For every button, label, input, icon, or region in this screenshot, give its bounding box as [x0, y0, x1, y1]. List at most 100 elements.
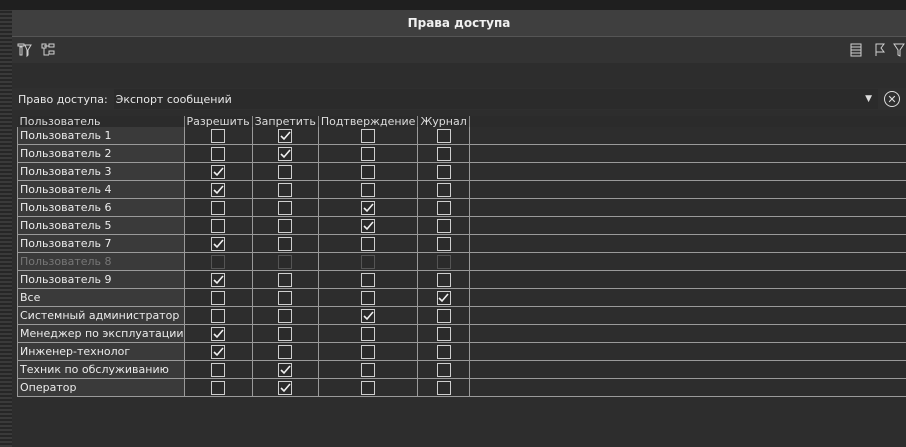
allow-checkbox[interactable]: [211, 362, 226, 377]
table-row[interactable]: Инженер-технолог: [17, 342, 906, 361]
access-rights-window: Права доступа Право доступа: Экспорт соо…: [0, 0, 906, 447]
table-row[interactable]: Системный администратор: [17, 306, 906, 325]
journal-checkbox[interactable]: [436, 308, 451, 323]
user-name-cell: Пользователь 3: [17, 162, 185, 181]
deny-checkbox[interactable]: [278, 218, 293, 233]
journal-checkbox[interactable]: [436, 344, 451, 359]
checkmark-icon: [363, 310, 374, 320]
deny-checkbox[interactable]: [278, 308, 293, 323]
journal-checkbox[interactable]: [436, 380, 451, 395]
journal-checkbox[interactable]: [436, 128, 451, 143]
allow-checkbox[interactable]: [211, 344, 226, 359]
confirm-checkbox[interactable]: [361, 362, 376, 377]
deny-checkbox[interactable]: [278, 146, 293, 161]
table-row[interactable]: Все: [17, 288, 906, 307]
allow-checkbox[interactable]: [211, 182, 226, 197]
allow-checkbox[interactable]: [211, 380, 226, 395]
journal-checkbox[interactable]: [436, 182, 451, 197]
confirm-checkbox[interactable]: [361, 236, 376, 251]
journal-checkbox[interactable]: [436, 218, 451, 233]
deny-cell: [251, 342, 319, 361]
deny-checkbox[interactable]: [278, 164, 293, 179]
confirm-checkbox[interactable]: [361, 200, 376, 215]
chevron-down-icon[interactable]: ▼: [865, 94, 872, 104]
column-header-confirm[interactable]: Подтверждение: [318, 116, 419, 127]
table-row[interactable]: Оператор: [17, 378, 906, 397]
table-row[interactable]: Пользователь 6: [17, 198, 906, 217]
flag-icon[interactable]: [868, 39, 892, 61]
clear-icon[interactable]: ✕: [884, 91, 900, 107]
table-row[interactable]: Пользователь 4: [17, 180, 906, 199]
deny-checkbox[interactable]: [278, 326, 293, 341]
deny-checkbox[interactable]: [278, 362, 293, 377]
allow-checkbox[interactable]: [211, 236, 226, 251]
allow-checkbox[interactable]: [211, 164, 226, 179]
deny-checkbox[interactable]: [278, 128, 293, 143]
list-view-icon[interactable]: [844, 39, 868, 61]
confirm-checkbox[interactable]: [361, 182, 376, 197]
journal-cell: [417, 252, 470, 271]
table-row[interactable]: Пользователь 5: [17, 216, 906, 235]
table-row[interactable]: Менеджер по эксплуатации: [17, 324, 906, 343]
confirm-checkbox[interactable]: [361, 218, 376, 233]
journal-checkbox[interactable]: [436, 236, 451, 251]
confirm-checkbox[interactable]: [361, 308, 376, 323]
confirm-checkbox[interactable]: [361, 272, 376, 287]
table-row[interactable]: Пользователь 8: [17, 252, 906, 271]
journal-checkbox[interactable]: [436, 290, 451, 305]
column-header-journal[interactable]: Журнал: [417, 116, 470, 127]
confirm-checkbox[interactable]: [361, 344, 376, 359]
table-row[interactable]: Техник по обслуживанию: [17, 360, 906, 379]
confirm-checkbox[interactable]: [361, 164, 376, 179]
journal-checkbox[interactable]: [436, 200, 451, 215]
deny-checkbox: [278, 254, 293, 269]
allow-checkbox[interactable]: [211, 272, 226, 287]
deny-cell: [251, 270, 319, 289]
user-name-cell: Техник по обслуживанию: [17, 360, 185, 379]
sort-filter-icon[interactable]: [12, 39, 36, 61]
allow-checkbox[interactable]: [211, 308, 226, 323]
allow-checkbox[interactable]: [211, 218, 226, 233]
column-header-allow[interactable]: Разрешить: [184, 116, 253, 127]
access-right-select[interactable]: Экспорт сообщений ▼: [113, 89, 878, 109]
deny-checkbox[interactable]: [278, 200, 293, 215]
allow-checkbox[interactable]: [211, 326, 226, 341]
confirm-checkbox[interactable]: [361, 326, 376, 341]
confirm-checkbox[interactable]: [361, 290, 376, 305]
table-row[interactable]: Пользователь 7: [17, 234, 906, 253]
resize-grip[interactable]: [0, 10, 12, 447]
allow-checkbox[interactable]: [211, 146, 226, 161]
journal-checkbox[interactable]: [436, 272, 451, 287]
journal-checkbox[interactable]: [436, 146, 451, 161]
journal-cell: [417, 216, 470, 235]
confirm-checkbox[interactable]: [361, 146, 376, 161]
table-row[interactable]: Пользователь 3: [17, 162, 906, 181]
deny-checkbox[interactable]: [278, 380, 293, 395]
checkmark-icon: [280, 148, 291, 158]
deny-checkbox[interactable]: [278, 344, 293, 359]
hierarchy-icon[interactable]: [36, 39, 60, 61]
deny-checkbox[interactable]: [278, 182, 293, 197]
user-name-cell: Все: [17, 288, 185, 307]
allow-checkbox[interactable]: [211, 200, 226, 215]
column-header-user[interactable]: Пользователь: [17, 116, 185, 127]
confirm-checkbox[interactable]: [361, 128, 376, 143]
journal-checkbox[interactable]: [436, 326, 451, 341]
deny-checkbox[interactable]: [278, 290, 293, 305]
column-header-deny[interactable]: Запретить: [252, 116, 319, 127]
confirm-checkbox: [361, 254, 376, 269]
filter-icon[interactable]: [892, 39, 906, 61]
deny-cell: [251, 378, 319, 397]
journal-checkbox[interactable]: [436, 164, 451, 179]
deny-cell: [251, 252, 319, 271]
allow-checkbox[interactable]: [211, 128, 226, 143]
confirm-checkbox[interactable]: [361, 380, 376, 395]
deny-checkbox[interactable]: [278, 236, 293, 251]
table-row[interactable]: Пользователь 9: [17, 270, 906, 289]
table-row[interactable]: Пользователь 2: [17, 144, 906, 163]
journal-checkbox[interactable]: [436, 362, 451, 377]
deny-checkbox[interactable]: [278, 272, 293, 287]
allow-checkbox[interactable]: [211, 290, 226, 305]
user-name-cell: Пользователь 6: [17, 198, 185, 217]
table-row[interactable]: Пользователь 1: [17, 127, 906, 145]
